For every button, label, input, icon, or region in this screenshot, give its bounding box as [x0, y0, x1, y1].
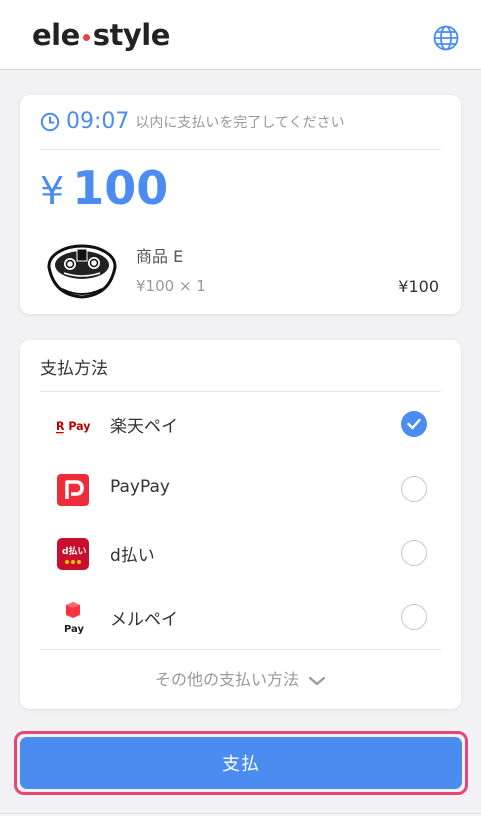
- merpay-icon: Pay: [64, 602, 85, 635]
- bottom-divider: [0, 813, 481, 814]
- logo-text-left: ele: [32, 18, 80, 52]
- payment-option-label: 楽天ペイ: [110, 417, 178, 437]
- pay-button[interactable]: 支払: [20, 737, 462, 789]
- radio-unchecked[interactable]: [401, 476, 427, 502]
- svg-text:d払い: d払い: [62, 545, 86, 557]
- logo-dot: [82, 33, 90, 41]
- radio-unchecked[interactable]: [401, 540, 427, 566]
- timer-value: 09:07: [66, 109, 130, 134]
- currency-symbol: ¥: [40, 169, 65, 213]
- payment-option-label: PayPay: [110, 477, 170, 497]
- payment-option-label: d払い: [110, 546, 155, 566]
- paypay-icon: [57, 474, 89, 506]
- product-quantity: ¥100 × 1: [136, 277, 206, 295]
- divider: [40, 649, 441, 650]
- amount-value: 100: [72, 161, 169, 215]
- pay-button-highlight: 支払: [14, 731, 468, 795]
- payment-method-title: 支払方法: [40, 359, 108, 379]
- logo-text-right: style: [92, 18, 171, 52]
- ramen-product-image: [47, 244, 117, 299]
- rakuten-pay-icon: R Pay: [56, 420, 90, 434]
- product-price: ¥100: [398, 277, 439, 296]
- svg-text:R Pay: R Pay: [56, 420, 90, 433]
- other-payment-methods-label: その他の支払い方法: [154, 670, 299, 689]
- other-payment-methods-link[interactable]: その他の支払い方法: [20, 666, 461, 690]
- payment-timer: 09:07 以内に支払いを完了してください: [40, 109, 345, 134]
- ele-style-logo: ele style: [32, 18, 170, 52]
- payment-option-label: メルペイ: [110, 610, 178, 630]
- clock-icon: [40, 112, 60, 131]
- radio-checked[interactable]: [401, 411, 427, 437]
- globe-icon[interactable]: [432, 24, 460, 52]
- svg-text:Pay: Pay: [64, 624, 85, 635]
- payment-option-d-barai[interactable]: d払い d払い: [40, 527, 441, 577]
- product-name: 商品 E: [136, 247, 184, 266]
- radio-unchecked[interactable]: [401, 604, 427, 630]
- order-summary-card: 09:07 以内に支払いを完了してください ¥ 100 商品 E ¥100 × …: [20, 95, 461, 314]
- header: ele style: [0, 0, 481, 70]
- divider: [40, 391, 441, 392]
- timer-message: 以内に支払いを完了してください: [135, 114, 345, 131]
- divider: [40, 149, 441, 150]
- d-barai-icon: d払い: [57, 538, 89, 570]
- payment-option-paypay[interactable]: PayPay: [40, 463, 441, 513]
- payment-option-rakuten-pay[interactable]: R Pay 楽天ペイ: [40, 398, 441, 448]
- total-amount: ¥ 100: [40, 161, 168, 215]
- payment-method-card: 支払方法 R Pay 楽天ペイ PayPay d払い d払い Pay メルペイ …: [20, 340, 461, 709]
- chevron-down-icon: [308, 676, 326, 685]
- payment-option-merpay[interactable]: Pay メルペイ: [40, 591, 441, 641]
- check-icon: [407, 418, 421, 430]
